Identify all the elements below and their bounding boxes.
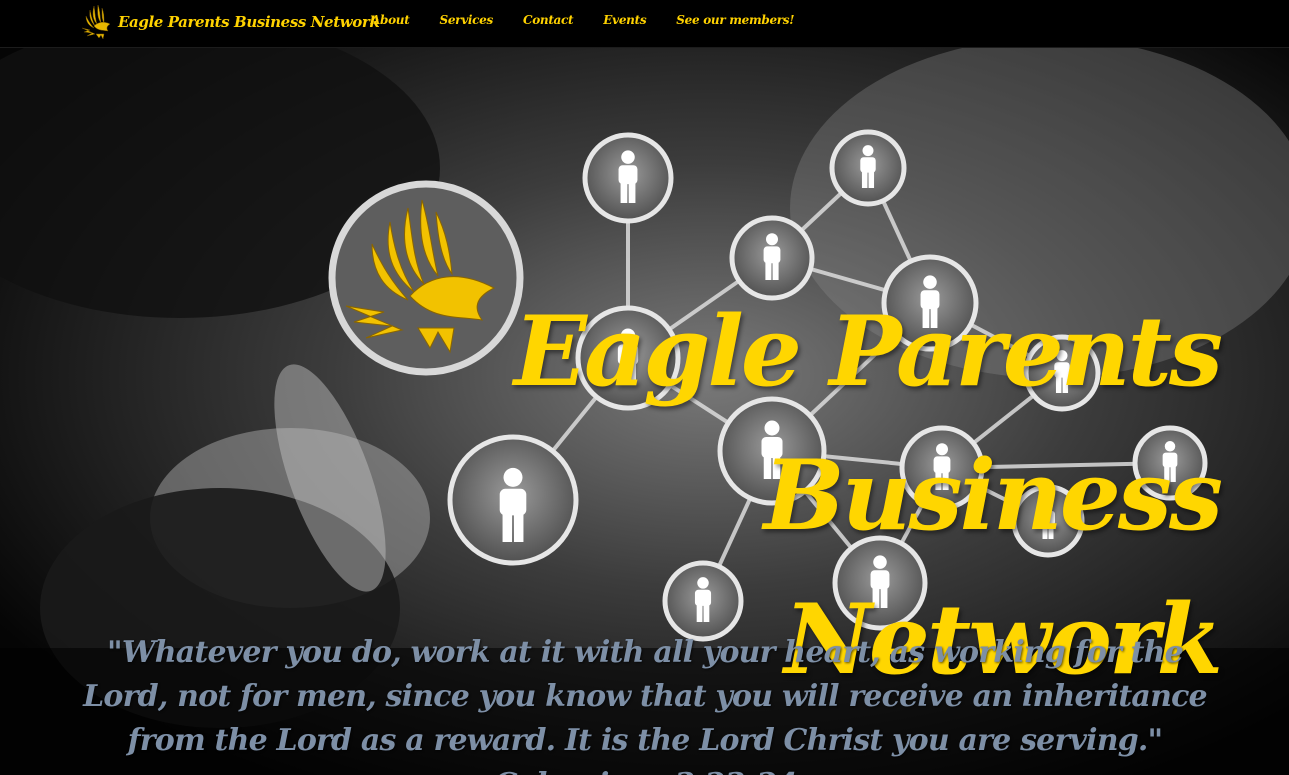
hero-section: Eagle Parents Business Network "Whatever…	[0, 48, 1289, 775]
nav-link-about[interactable]: About	[371, 13, 410, 27]
hero-scripture-quote: "Whatever you do, work at it with all yo…	[83, 635, 1208, 775]
nav-link-contact[interactable]: Contact	[523, 13, 574, 27]
nav-link-events[interactable]: Events	[603, 13, 646, 27]
nav-link-services[interactable]: Services	[439, 13, 493, 27]
brand-link[interactable]: Eagle Parents Business Network	[80, 2, 380, 42]
eagle-logo-icon	[81, 4, 111, 40]
main-nav: About Services Contact Events See our me…	[371, 13, 824, 27]
hero-title-line-1: Eagle Parents	[513, 295, 1223, 409]
brand-title: Eagle Parents Business Network	[118, 13, 380, 31]
nav-link-members[interactable]: See our members!	[676, 13, 794, 27]
top-navbar: Eagle Parents Business Network About Ser…	[0, 0, 1289, 48]
